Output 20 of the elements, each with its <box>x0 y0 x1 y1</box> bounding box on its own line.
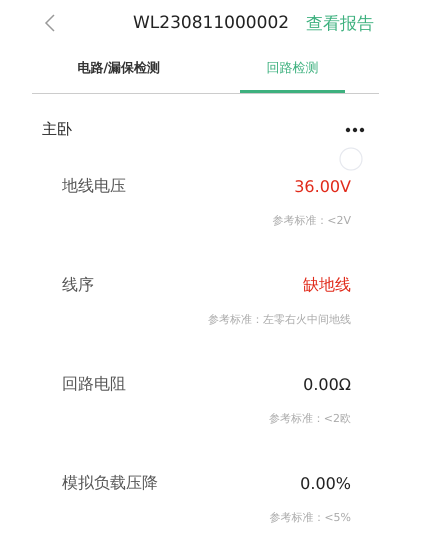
reference-standard: 参考标准：左零右火中间地线 <box>208 312 351 327</box>
measurement-value: 0.00% <box>300 474 351 492</box>
more-icon[interactable] <box>345 126 365 132</box>
section-title: 主卧 <box>42 120 72 139</box>
reference-standard: 参考标准：<2V <box>272 213 351 228</box>
page-title: WL230811000002 <box>133 13 290 33</box>
tab[interactable]: 电路/漏保检测 <box>66 46 172 93</box>
measurement-value: 缺地线 <box>303 274 351 296</box>
measurement-label: 线序 <box>62 274 94 296</box>
view-report-link[interactable]: 查看报告 <box>306 12 374 34</box>
measurement-value: 0.00Ω <box>303 374 351 394</box>
reference-standard: 参考标准：<2欧 <box>268 411 351 426</box>
back-icon[interactable] <box>44 14 56 32</box>
measurement-label: 回路电阻 <box>62 374 126 394</box>
measurement-label: 模拟负载压降 <box>62 472 158 494</box>
reference-standard: 参考标准：<5% <box>269 510 351 525</box>
measurement-value: 36.00V <box>294 176 351 196</box>
measurement-label: 地线电压 <box>62 176 126 196</box>
circle-icon <box>339 147 363 171</box>
tab[interactable]: 回路检测 <box>240 46 345 93</box>
